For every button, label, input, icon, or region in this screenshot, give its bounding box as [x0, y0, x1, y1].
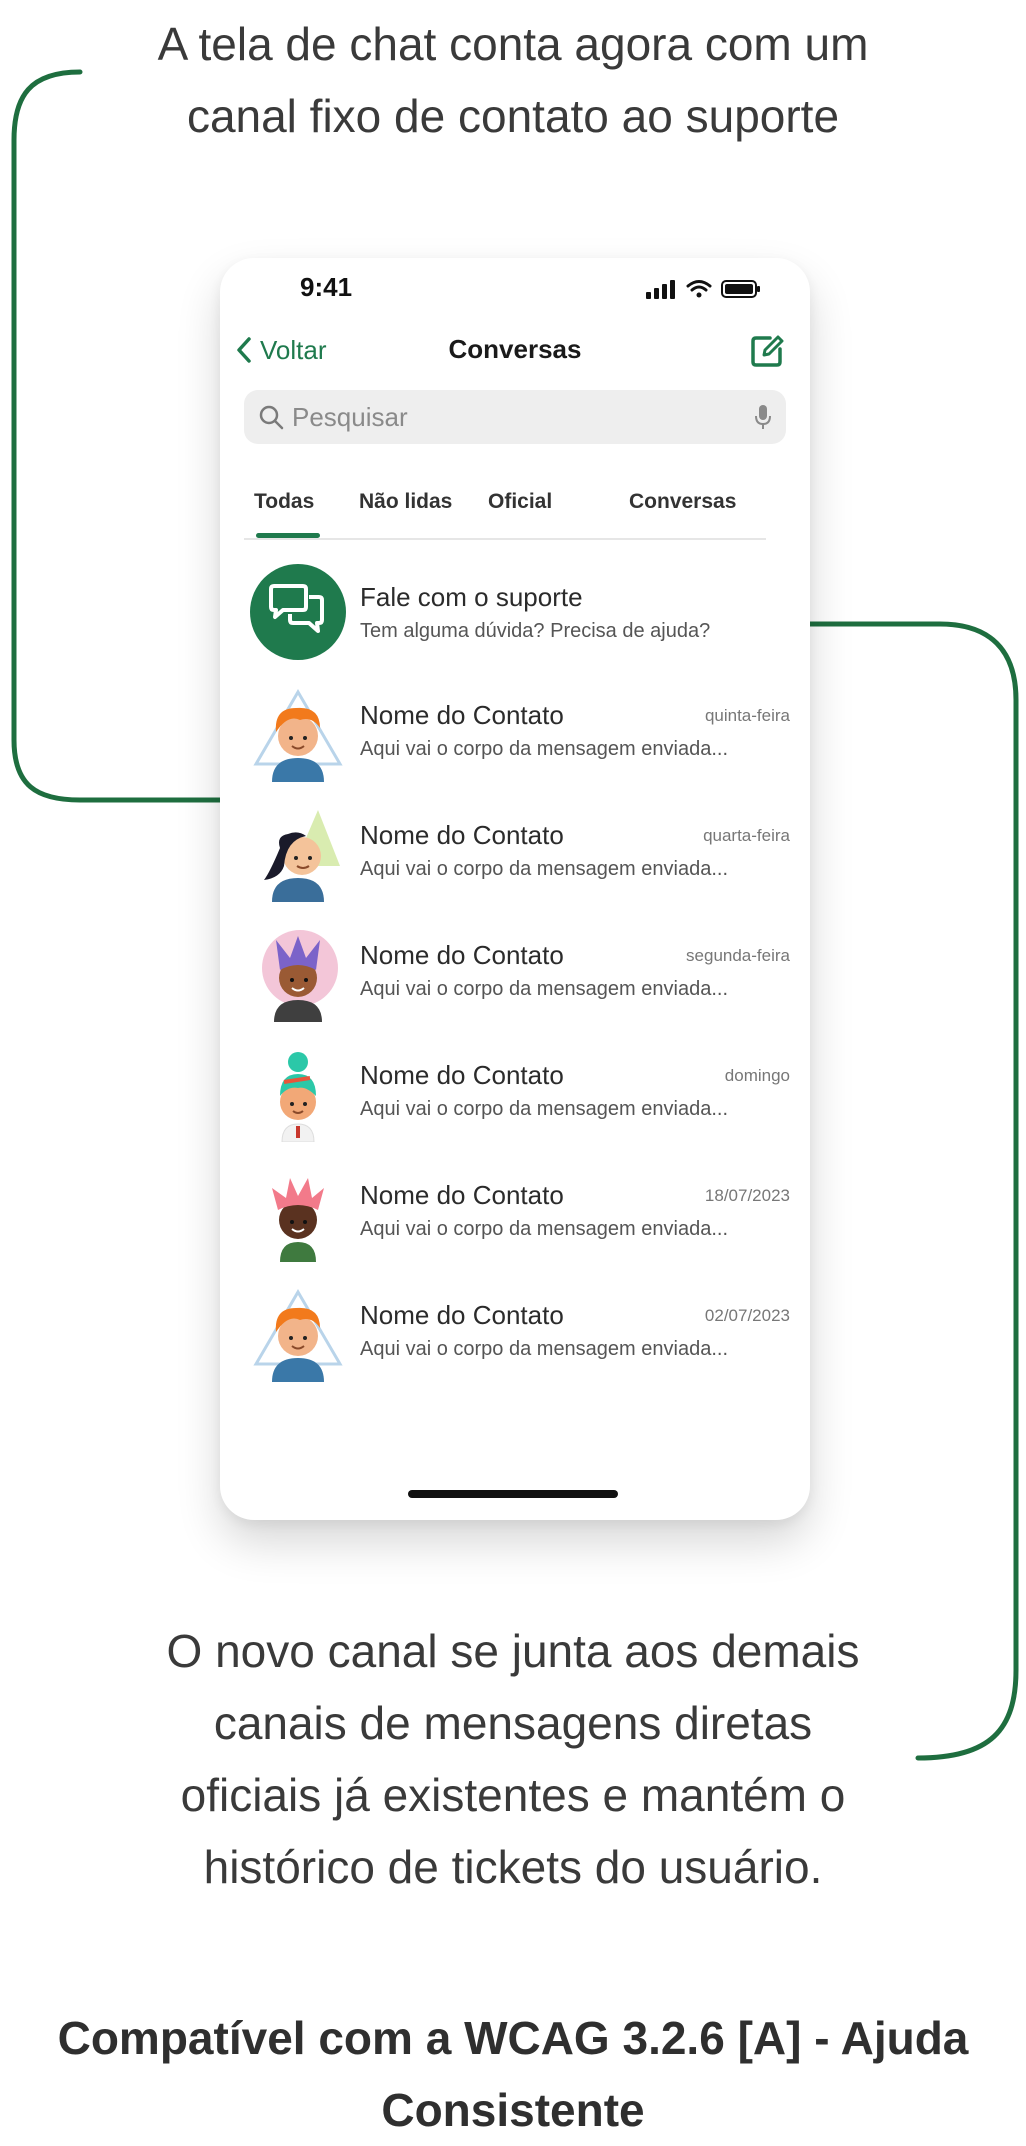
contact-date: segunda-feira	[686, 946, 790, 965]
tab-todas[interactable]: Todas	[254, 490, 314, 514]
contact-name: Nome do Contato	[360, 1060, 564, 1090]
conversation-item[interactable]: Nome do Contato Aqui vai o corpo da mens…	[250, 1286, 790, 1386]
bottom-annotation-line-2: canais de mensagens diretas	[213, 1697, 813, 1749]
contact-date: quarta-feira	[703, 826, 790, 845]
contact-date: domingo	[724, 1066, 790, 1085]
contact-date: quinta-feira	[704, 706, 790, 725]
bottom-annotation-line-1: O novo canal se junta aos demais	[166, 1625, 860, 1677]
avatar	[253, 1289, 343, 1382]
support-subtitle: Tem alguma dúvida? Precisa de ajuda?	[360, 620, 711, 642]
microphone-icon[interactable]	[754, 403, 772, 431]
avatar	[264, 810, 340, 902]
contact-message: Aqui vai o corpo da mensagem enviada...	[360, 858, 728, 880]
active-tab-indicator	[256, 533, 320, 538]
tab-conversas[interactable]: Conversas	[629, 490, 736, 514]
compose-icon	[751, 335, 784, 367]
search-input[interactable]	[284, 401, 754, 433]
avatar	[272, 1178, 324, 1262]
conversation-item[interactable]: Nome do Contato Aqui vai o corpo da mens…	[250, 926, 790, 1026]
contact-name: Nome do Contato	[360, 1180, 564, 1210]
status-time: 9:41	[300, 272, 353, 302]
compose-button[interactable]	[750, 334, 784, 373]
contact-name: Nome do Contato	[360, 1300, 564, 1330]
support-avatar	[250, 564, 346, 660]
battery-icon	[721, 280, 760, 298]
conversation-item[interactable]: Nome do Contato Aqui vai o corpo da mens…	[250, 806, 790, 906]
contact-name: Nome do Contato	[360, 820, 564, 850]
support-channel-item[interactable]: Fale com o suporte Tem alguma dúvida? Pr…	[250, 564, 790, 664]
contact-name: Nome do Contato	[360, 700, 564, 730]
right-arrow-line	[785, 621, 1019, 1761]
avatar	[253, 689, 343, 782]
tab-nao-lidas[interactable]: Não lidas	[359, 490, 452, 514]
conversation-item[interactable]: Nome do Contato Aqui vai o corpo da mens…	[250, 686, 790, 786]
conversation-item[interactable]: Nome do Contato Aqui vai o corpo da mens…	[250, 1046, 790, 1146]
wifi-icon	[686, 280, 712, 298]
avatar	[280, 1052, 316, 1142]
support-title: Fale com o suporte	[360, 582, 583, 612]
signal-icon	[646, 280, 675, 299]
bottom-annotation-line-3: oficiais já existentes e mantém o	[180, 1769, 846, 1821]
contact-message: Aqui vai o corpo da mensagem enviada...	[360, 1338, 728, 1360]
search-icon	[259, 405, 284, 430]
chat-bubbles-icon	[269, 584, 324, 633]
wcag-footer-line-2: Consistente	[381, 2084, 645, 2136]
search-bar	[244, 390, 786, 444]
home-indicator	[408, 1490, 618, 1498]
bottom-annotation-line-4: histórico de tickets do usuário.	[203, 1841, 823, 1893]
wcag-footer-line-1: Compatível com a WCAG 3.2.6 [A] - Ajuda	[57, 2012, 969, 2064]
status-icons	[646, 276, 766, 307]
tab-oficial[interactable]: Oficial	[488, 490, 552, 514]
avatar	[262, 930, 338, 1022]
bottom-annotation: O novo canal se junta aos demais canais …	[60, 1615, 966, 1903]
contact-date: 02/07/2023	[704, 1306, 790, 1325]
contact-message: Aqui vai o corpo da mensagem enviada...	[360, 738, 728, 760]
page-title: Conversas	[448, 334, 582, 364]
tab-bar: Todas Não lidas Oficial Conversas	[244, 478, 766, 540]
contact-message: Aqui vai o corpo da mensagem enviada...	[360, 978, 728, 1000]
phone-screen: 9:41 Voltar Conversas Pesquisar Todas Nã…	[220, 258, 810, 1520]
conversation-item[interactable]: Nome do Contato Aqui vai o corpo da mens…	[250, 1166, 790, 1266]
contact-name: Nome do Contato	[360, 940, 564, 970]
wcag-footer: Compatível com a WCAG 3.2.6 [A] - Ajuda …	[0, 2002, 1026, 2146]
contact-date: 18/07/2023	[704, 1186, 790, 1205]
contact-message: Aqui vai o corpo da mensagem enviada...	[360, 1098, 728, 1120]
contact-message: Aqui vai o corpo da mensagem enviada...	[360, 1218, 728, 1240]
